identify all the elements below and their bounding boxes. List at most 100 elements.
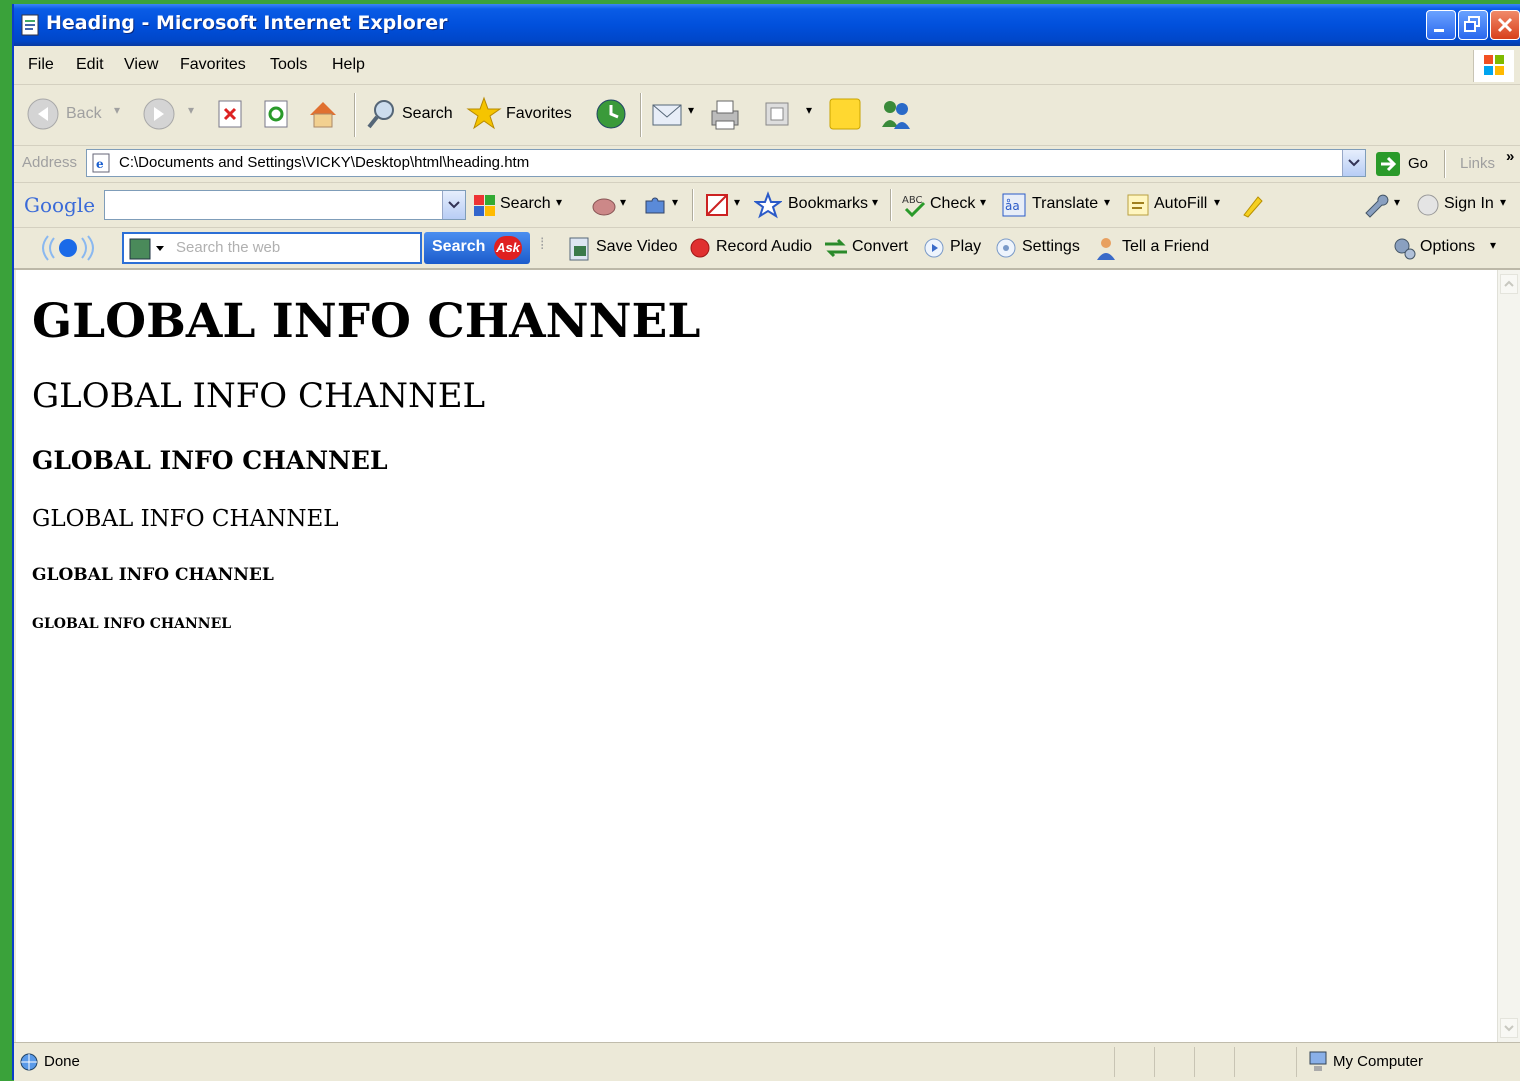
ie-page-icon [21,14,39,36]
radio-waves-icon[interactable] [32,232,104,264]
pagerank-icon[interactable] [588,193,618,219]
popup-dropdown-icon[interactable]: ▾ [734,195,740,209]
save-video-icon[interactable] [566,234,594,262]
pagerank-dropdown-icon[interactable]: ▾ [620,195,626,209]
tell-friend-button[interactable]: Tell a Friend [1122,238,1209,256]
window-title: Heading - Microsoft Internet Explorer [46,12,448,34]
links-chevron[interactable]: » [1506,148,1514,165]
menu-view[interactable]: View [124,56,158,74]
edit-dropdown-icon[interactable]: ▾ [806,103,812,117]
spellcheck-icon[interactable]: ABC [900,191,930,219]
menu-edit[interactable]: Edit [76,56,104,74]
sign-in-dropdown-icon[interactable]: ▾ [1500,195,1506,209]
google-search-button[interactable]: Search [500,195,551,213]
save-video-button[interactable]: Save Video [596,238,678,256]
forward-arrow-icon[interactable] [142,97,176,131]
bookmarks-star-icon[interactable] [754,191,782,219]
svg-text:ABC: ABC [902,195,923,206]
refresh-icon[interactable] [262,99,292,129]
autofill-icon[interactable] [1124,191,1154,219]
options-gear-icon[interactable] [1390,234,1418,262]
search-engine-picker-icon[interactable] [128,237,168,261]
autofill-button[interactable]: AutoFill [1154,195,1207,213]
check-button[interactable]: Check [930,195,975,213]
zone-cell: My Computer [1296,1047,1520,1077]
scroll-up-button[interactable] [1500,274,1518,294]
autofill-dropdown-icon[interactable]: ▾ [1214,195,1220,209]
menu-help[interactable]: Help [332,56,365,74]
ask-search-button[interactable]: Search Ask [424,232,530,264]
wrench-icon[interactable] [1360,191,1390,219]
convert-icon[interactable] [822,236,850,260]
close-button[interactable] [1490,10,1520,40]
play-button[interactable]: Play [950,238,981,256]
settings-button[interactable]: Settings [1022,238,1080,256]
sign-in-icon[interactable] [1414,191,1442,219]
menu-favorites[interactable]: Favorites [180,56,246,74]
toolbar-separator [890,189,892,221]
address-input[interactable]: e C:\Documents and Settings\VICKY\Deskto… [86,149,1366,177]
messenger-people-icon[interactable] [876,95,916,133]
minimize-button[interactable] [1426,10,1456,40]
tell-friend-person-icon[interactable] [1094,234,1118,262]
go-arrow-icon[interactable] [1374,150,1402,178]
translate-icon[interactable]: åa [1000,191,1028,219]
favorites-star-icon[interactable] [466,95,502,131]
settings-dropdown-icon[interactable]: ▾ [1394,195,1400,209]
bookmarks-button[interactable]: Bookmarks [788,195,868,213]
back-button[interactable]: Back [66,105,102,123]
back-dropdown-icon[interactable]: ▾ [114,103,120,117]
translate-dropdown-icon[interactable]: ▾ [1104,195,1110,209]
address-dropdown-button[interactable] [1342,150,1365,176]
favorites-button[interactable]: Favorites [506,105,572,123]
mail-icon[interactable] [650,99,686,129]
go-button[interactable]: Go [1408,155,1428,172]
back-arrow-icon[interactable] [26,97,60,131]
edit-page-icon[interactable] [762,99,792,129]
google-search-input[interactable] [104,190,466,220]
puzzle-icon[interactable] [640,191,670,219]
restore-button[interactable] [1458,10,1488,40]
google-search-dropdown[interactable] [442,191,465,219]
record-audio-icon[interactable] [688,236,712,260]
messenger-note-icon[interactable] [826,95,866,133]
status-cell [1194,1047,1235,1077]
record-audio-button[interactable]: Record Audio [716,238,812,256]
links-button[interactable]: Links [1460,155,1495,172]
heading-3: GLOBAL INFO CHANNEL [32,446,388,475]
stop-icon[interactable] [216,99,246,129]
menu-file[interactable]: File [28,56,54,74]
ask-search-input[interactable]: Search the web [122,232,422,264]
convert-button[interactable]: Convert [852,238,908,256]
settings-icon[interactable] [994,236,1018,260]
address-url[interactable]: C:\Documents and Settings\VICKY\Desktop\… [119,154,529,171]
toolbar-grip-icon: ⁞ [540,236,545,253]
play-icon[interactable] [922,236,946,260]
print-icon[interactable] [706,95,744,133]
scroll-down-button[interactable] [1500,1018,1518,1038]
menu-bar: File Edit View Favorites Tools Help [14,48,1520,85]
home-icon[interactable] [306,97,340,131]
puzzle-dropdown-icon[interactable]: ▾ [672,195,678,209]
history-icon[interactable] [594,97,628,131]
heading-4: GLOBAL INFO CHANNEL [32,506,339,532]
vertical-scrollbar[interactable] [1497,270,1520,1042]
title-bar[interactable]: Heading - Microsoft Internet Explorer [14,4,1520,46]
check-dropdown-icon[interactable]: ▾ [980,195,986,209]
google-search-icon[interactable] [472,193,498,219]
forward-dropdown-icon[interactable]: ▾ [188,103,194,117]
menu-tools[interactable]: Tools [270,56,307,74]
sign-in-button[interactable]: Sign In [1444,195,1494,213]
popup-blocker-icon[interactable] [702,191,732,219]
translate-button[interactable]: Translate [1032,195,1098,213]
search-button[interactable]: Search [402,105,453,123]
highlighter-icon[interactable] [1236,191,1266,219]
options-button[interactable]: Options [1420,238,1475,256]
mail-dropdown-icon[interactable]: ▾ [688,103,694,117]
options-dropdown-icon[interactable]: ▾ [1490,238,1496,252]
heading-1: GLOBAL INFO CHANNEL [32,294,701,349]
search-magnifier-icon[interactable] [364,97,398,131]
google-search-dropdown-icon[interactable]: ▾ [556,195,562,209]
bookmarks-dropdown-icon[interactable]: ▾ [872,195,878,209]
google-logo[interactable]: Google [24,193,95,217]
